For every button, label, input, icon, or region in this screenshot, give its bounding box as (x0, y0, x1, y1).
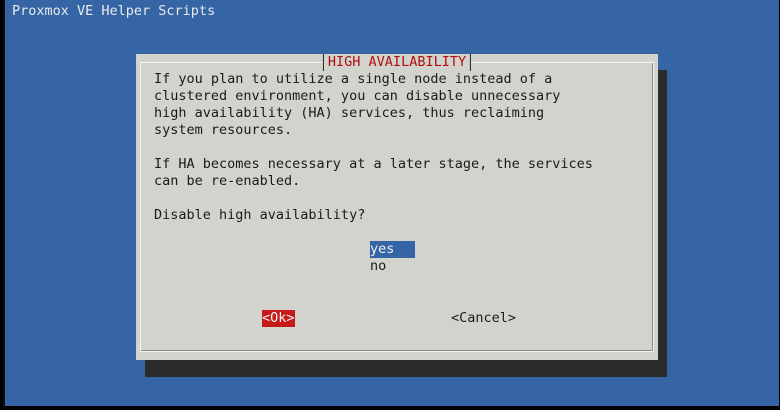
dialog-message: If you plan to utilize a single node ins… (154, 71, 654, 190)
option-yes[interactable]: yes (370, 241, 415, 258)
message-line: can be re-enabled. (154, 173, 301, 189)
cancel-button[interactable]: <Cancel> (451, 310, 516, 327)
ok-button[interactable]: <Ok> (262, 310, 295, 327)
message-line: high availability (HA) services, thus re… (154, 105, 545, 121)
message-line (154, 139, 654, 156)
backtitle: Proxmox VE Helper Scripts (12, 3, 216, 19)
message-line: system resources. (154, 122, 293, 138)
dialog-title: HIGH AVAILABILITY (322, 54, 472, 71)
dialog-question: Disable high availability? (154, 207, 366, 223)
whiptail-dialog: HIGH AVAILABILITY If you plan to utilize… (136, 54, 658, 360)
message-line: clustered environment, you can disable u… (154, 88, 561, 104)
terminal-screen: Proxmox VE Helper Scripts HIGH AVAILABIL… (3, 0, 779, 406)
option-no[interactable]: no (370, 258, 415, 275)
message-line: If HA becomes necessary at a later stage… (154, 156, 593, 172)
message-line: If you plan to utilize a single node ins… (154, 71, 553, 87)
